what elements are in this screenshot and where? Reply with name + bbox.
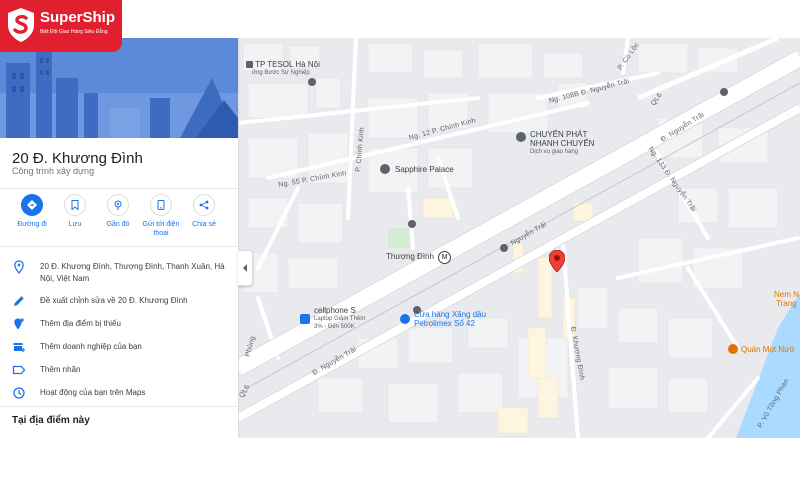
bus-stop-icon[interactable] bbox=[308, 78, 316, 86]
supership-brand: SuperShip bbox=[40, 9, 116, 26]
bus-stop-icon[interactable] bbox=[413, 306, 421, 314]
school-icon bbox=[246, 61, 253, 69]
poi-thuong-dinh-label: Thượng Đình bbox=[386, 252, 434, 261]
divider bbox=[0, 406, 238, 407]
shopping-icon bbox=[300, 314, 310, 324]
bus-stop-icon[interactable] bbox=[408, 220, 416, 228]
add-label-row[interactable]: Thêm nhãn bbox=[0, 363, 238, 379]
history-icon bbox=[13, 387, 25, 399]
add-business-icon bbox=[13, 343, 25, 352]
bus-stop-icon[interactable] bbox=[500, 244, 508, 252]
delivery-icon bbox=[516, 132, 526, 142]
map-canvas[interactable]: P. Chính Kinh Ng. 12 P. Chính Kinh Ng. 5… bbox=[238, 38, 800, 438]
bookmark-icon bbox=[64, 194, 86, 216]
gas-station-icon bbox=[400, 314, 410, 324]
address-row[interactable]: 20 Đ. Khương Đình, Thượng Đình, Thanh Xu… bbox=[0, 260, 238, 292]
place-panel: 20 Đ. Khương Đình Công trình xây dựng Đư… bbox=[0, 38, 239, 438]
poi-cellphones-label: cellphone S bbox=[314, 306, 356, 315]
bus-stop-icon[interactable] bbox=[720, 88, 728, 96]
poi-tesol[interactable]: TP TESOL Hà Nội bbox=[246, 60, 320, 69]
add-label-text: Thêm nhãn bbox=[40, 365, 81, 374]
place-hero-image[interactable] bbox=[0, 38, 238, 138]
add-place-icon bbox=[14, 318, 24, 330]
poi-quan-moc-label: Quán Mọt Nướ bbox=[741, 345, 795, 354]
save-button[interactable]: Lưu bbox=[53, 194, 97, 229]
nearby-icon bbox=[107, 194, 129, 216]
share-icon bbox=[193, 194, 215, 216]
poi-tesol-sub: ững Bước Sự Nghiệp bbox=[252, 70, 310, 76]
supership-logo: SuperShip Biệt Đội Giao Hàng Siêu Đẳng bbox=[0, 0, 122, 52]
location-pin-icon bbox=[14, 260, 24, 274]
send-to-phone-button[interactable]: Gửi tới điện thoại bbox=[139, 194, 183, 238]
poi-tesol-label: TP TESOL Hà Nội bbox=[255, 60, 320, 69]
share-button[interactable]: Chia sẻ bbox=[182, 194, 226, 229]
add-missing-place-row[interactable]: Thêm địa điểm bị thiếu bbox=[0, 317, 238, 333]
poi-trang-label: Trang bbox=[776, 299, 797, 308]
poi-cellphones-sub1: Laptop Giảm Thêm bbox=[314, 316, 366, 322]
add-missing-place-text: Thêm địa điểm bị thiếu bbox=[40, 319, 121, 328]
poi-sapphire-label: Sapphire Palace bbox=[395, 165, 454, 174]
add-business-text: Thêm doanh nghiệp của bạn bbox=[40, 342, 142, 351]
suggest-edit-row[interactable]: Đề xuất chỉnh sửa về 20 Đ. Khương Đình bbox=[0, 294, 238, 310]
collapse-panel-button[interactable] bbox=[238, 250, 253, 286]
suggest-edit-text: Đề xuất chỉnh sửa về 20 Đ. Khương Đình bbox=[40, 296, 188, 305]
maps-activity-row[interactable]: Hoạt động của bạn trên Maps bbox=[0, 386, 238, 402]
poi-chuyen-phat-sub: Dịch vụ giao hàng bbox=[530, 149, 579, 155]
location-pin-marker[interactable] bbox=[549, 250, 565, 272]
phone-icon bbox=[150, 194, 172, 216]
chevron-left-icon bbox=[243, 264, 247, 272]
action-bar: Đường đi Lưu Gần đó Gửi tới điện thoại C… bbox=[0, 194, 238, 254]
supership-shield-icon bbox=[8, 8, 34, 42]
place-title: 20 Đ. Khương Đình bbox=[12, 150, 143, 167]
city-illustration bbox=[0, 38, 238, 138]
directions-label: Đường đi bbox=[17, 221, 47, 228]
nearby-button[interactable]: Gần đó bbox=[96, 194, 140, 229]
pencil-icon bbox=[14, 296, 24, 306]
directions-icon bbox=[21, 194, 43, 216]
metro-icon: M bbox=[438, 251, 451, 264]
share-label: Chia sẻ bbox=[192, 221, 216, 228]
label-icon bbox=[12, 365, 26, 375]
restaurant-icon bbox=[728, 344, 738, 354]
send-to-phone-label: Gửi tới điện thoại bbox=[142, 221, 180, 237]
divider bbox=[0, 188, 238, 189]
poi-cellphones-sub2: 3% - Đến 500K bbox=[314, 324, 355, 330]
poi-nem-label: Nem N bbox=[774, 290, 799, 299]
supership-tagline: Biệt Đội Giao Hàng Siêu Đẳng bbox=[40, 29, 108, 35]
poi-chuyen-phat-label-2: NHANH CHUYỂN bbox=[530, 139, 595, 148]
at-this-place-heading: Tại địa điểm này bbox=[12, 415, 90, 426]
venue-icon bbox=[380, 164, 390, 174]
nearby-label: Gần đó bbox=[106, 221, 130, 228]
add-business-row[interactable]: Thêm doanh nghiệp của bạn bbox=[0, 340, 238, 356]
place-category[interactable]: Công trình xây dựng bbox=[12, 166, 94, 176]
poi-chuyen-phat-label: CHUYỂN PHÁT bbox=[530, 130, 588, 139]
poi-petrolimex-label-2: Petrolimex Số 42 bbox=[414, 319, 475, 328]
divider bbox=[0, 246, 238, 247]
directions-button[interactable]: Đường đi bbox=[10, 194, 54, 229]
poi-petrolimex-label: Cửa hàng Xăng dầu bbox=[414, 310, 487, 319]
page-frame: P. Chính Kinh Ng. 12 P. Chính Kinh Ng. 5… bbox=[0, 0, 800, 438]
address-text: 20 Đ. Khương Đình, Thượng Đình, Thanh Xu… bbox=[40, 262, 225, 283]
save-label: Lưu bbox=[68, 221, 82, 228]
maps-activity-text: Hoạt động của bạn trên Maps bbox=[40, 388, 146, 397]
